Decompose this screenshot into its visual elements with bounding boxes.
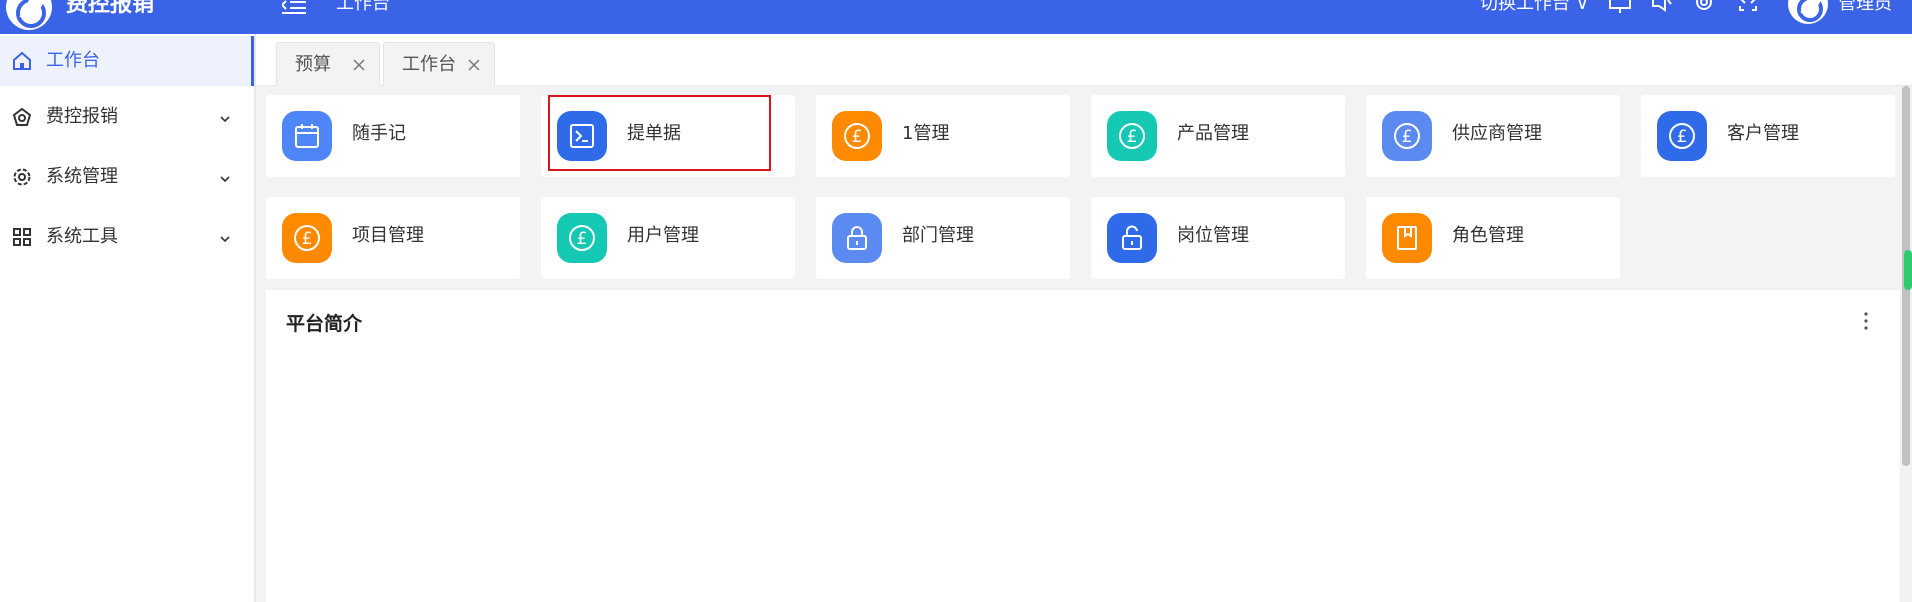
home-icon [12,51,32,71]
shortcut-label: 用户管理 [627,225,699,246]
shortcut-label: 项目管理 [352,225,424,246]
menu-collapse-icon[interactable] [282,0,306,14]
shortcut-label: 随手记 [352,123,406,144]
sidebar: 工作台 费控报销 系统管理 系统工具 [0,34,256,602]
shortcut-label: 1管理 [902,123,950,144]
shortcut-card[interactable]: £ 供应商管理 [1366,95,1620,177]
lock-icon [832,213,882,263]
app-title: 费控报销 [66,0,155,17]
svg-text:£: £ [302,229,313,249]
shortcut-card[interactable]: £ 产品管理 [1091,95,1345,177]
chevron-down-icon [218,230,232,244]
svg-text:£: £ [577,229,588,249]
avatar[interactable] [1788,0,1828,24]
sidebar-item-label: 系统管理 [46,166,118,187]
svg-text:£: £ [852,127,863,147]
close-icon[interactable] [466,57,482,73]
selection-highlight [548,95,771,171]
sidebar-item-label: 系统工具 [46,226,118,247]
unlock-icon [1107,213,1157,263]
pound-icon: £ [832,111,882,161]
user-name[interactable]: 管理员 [1838,0,1892,13]
shortcut-label: 客户管理 [1727,123,1799,144]
monitor-icon[interactable] [1608,0,1632,16]
shortcut-label: 供应商管理 [1452,123,1542,144]
sidebar-item-label: 工作台 [46,50,100,71]
gear-icon[interactable] [1692,0,1716,16]
shortcut-card[interactable]: 角色管理 [1366,197,1620,279]
close-icon[interactable] [351,57,367,73]
shortcut-card[interactable]: 部门管理 [816,197,1070,279]
platform-intro-panel: 平台简介 [266,290,1900,602]
top-bar: 费控报销 工作台 切换工作台 ∨ 管理员 [0,0,1912,34]
book-icon [1382,213,1432,263]
scroll-indicator [1904,250,1912,290]
page-title: 工作台 [336,0,390,14]
shortcut-card[interactable]: £ 项目管理 [266,197,520,279]
tab-label: 工作台 [402,54,456,75]
pound-icon: £ [1657,111,1707,161]
logo-icon [6,0,52,30]
gear-icon [12,167,32,187]
chevron-down-icon [218,170,232,184]
tab-budget[interactable]: 预算 [276,42,380,86]
svg-text:£: £ [1127,127,1138,147]
grid-icon [12,227,32,247]
shortcut-label: 角色管理 [1452,225,1524,246]
shortcut-label: 岗位管理 [1177,225,1249,246]
app-logo: 费控报销 [0,0,256,34]
pound-icon: £ [282,213,332,263]
sidebar-item-label: 费控报销 [46,106,118,127]
svg-text:£: £ [1677,127,1688,147]
svg-text:£: £ [1402,127,1413,147]
calendar-icon [282,111,332,161]
switch-workspace-dropdown[interactable]: 切换工作台 ∨ [1480,0,1589,13]
tab-bar: 预算 工作台 [256,34,1912,86]
pound-icon: £ [1382,111,1432,161]
shortcut-card[interactable]: £ 客户管理 [1641,95,1895,177]
sidebar-item-system-tools[interactable]: 系统工具 [0,212,254,262]
money-icon [12,107,32,127]
more-options-icon[interactable] [1856,310,1876,334]
panel-title: 平台简介 [286,313,363,335]
fullscreen-icon[interactable] [1736,0,1760,16]
vertical-scrollbar[interactable] [1900,86,1912,602]
shortcut-card[interactable]: 岗位管理 [1091,197,1345,279]
shortcut-label: 产品管理 [1177,123,1249,144]
chevron-down-icon [218,110,232,124]
pound-icon: £ [557,213,607,263]
shortcut-card[interactable]: £1管理 [816,95,1070,177]
sidebar-item-workbench[interactable]: 工作台 [0,36,254,86]
tab-workbench[interactable]: 工作台 [383,42,495,86]
pound-icon: £ [1107,111,1157,161]
sidebar-item-expense[interactable]: 费控报销 [0,92,254,142]
shortcut-label: 部门管理 [902,225,974,246]
speaker-icon[interactable] [1650,0,1674,16]
shortcut-card[interactable]: £ 用户管理 [541,197,795,279]
shortcut-card[interactable]: 随手记 [266,95,520,177]
tab-label: 预算 [295,54,331,75]
sidebar-item-system-management[interactable]: 系统管理 [0,152,254,202]
